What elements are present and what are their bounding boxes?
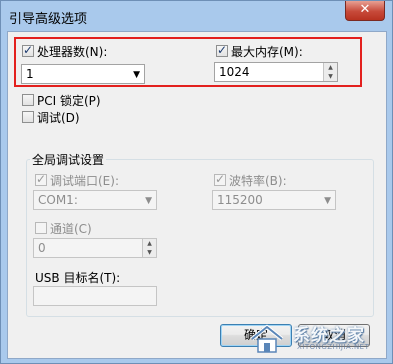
- debug-checkbox[interactable]: [22, 111, 34, 123]
- global-debug-title: 全局调试设置: [30, 151, 107, 168]
- chevron-down-icon: ▼: [324, 196, 331, 206]
- house-logo-icon: [250, 324, 284, 353]
- channel-value: 0: [38, 241, 46, 255]
- dialog-window: 引导高级选项 ✕ 处理器数(N): 1 ▼ 最大内存(M): 1024 ▲ ▼ …: [0, 0, 393, 364]
- close-button[interactable]: ✕: [345, 1, 385, 21]
- channel-checkbox[interactable]: [35, 222, 47, 234]
- dialog-body: 处理器数(N): 1 ▼ 最大内存(M): 1024 ▲ ▼ PCI 锁定(P)…: [7, 31, 387, 359]
- processors-value: 1: [26, 67, 34, 81]
- max-memory-spinner[interactable]: ▲ ▼: [323, 63, 337, 81]
- close-icon: ✕: [359, 2, 371, 17]
- pci-lock-checkbox[interactable]: [22, 94, 34, 106]
- max-memory-field[interactable]: 1024 ▲ ▼: [214, 62, 338, 82]
- baud-rate-label: 波特率(B):: [229, 174, 287, 188]
- channel-label: 通道(C): [50, 222, 92, 236]
- spin-down-icon[interactable]: ▼: [143, 248, 156, 257]
- channel-field[interactable]: 0 ▲ ▼: [33, 238, 157, 258]
- debug-label: 调试(D): [37, 111, 80, 125]
- usb-target-label: USB 目标名(T):: [35, 271, 121, 285]
- watermark-url: XITONGZHIJIA.NET: [297, 343, 370, 351]
- chevron-down-icon: ▼: [145, 196, 152, 206]
- chevron-down-icon: ▼: [133, 70, 140, 80]
- max-memory-checkbox[interactable]: [216, 43, 228, 57]
- processors-label: 处理器数(N):: [37, 45, 108, 59]
- baud-rate-dropdown[interactable]: 115200 ▼: [212, 190, 336, 210]
- channel-spinner[interactable]: ▲ ▼: [142, 239, 156, 257]
- processors-dropdown[interactable]: 1 ▼: [21, 64, 145, 84]
- debug-port-checkbox[interactable]: [35, 172, 47, 186]
- usb-target-field[interactable]: [33, 286, 157, 306]
- processors-checkbox[interactable]: [22, 43, 34, 57]
- watermark: 系统之家 XITONGZHIJIA.NET: [249, 319, 389, 359]
- title-bar[interactable]: 引导高级选项 ✕: [1, 1, 392, 31]
- spin-down-icon[interactable]: ▼: [324, 72, 337, 81]
- debug-port-label: 调试端口(E):: [50, 174, 119, 188]
- debug-port-dropdown[interactable]: COM1: ▼: [33, 190, 157, 210]
- window-title: 引导高级选项: [9, 12, 88, 27]
- max-memory-value: 1024: [219, 65, 250, 79]
- baud-rate-value: 115200: [217, 193, 263, 207]
- pci-lock-label: PCI 锁定(P): [37, 94, 101, 108]
- max-memory-label: 最大内存(M):: [231, 45, 303, 59]
- debug-port-value: COM1:: [38, 193, 78, 207]
- baud-rate-checkbox[interactable]: [214, 172, 226, 186]
